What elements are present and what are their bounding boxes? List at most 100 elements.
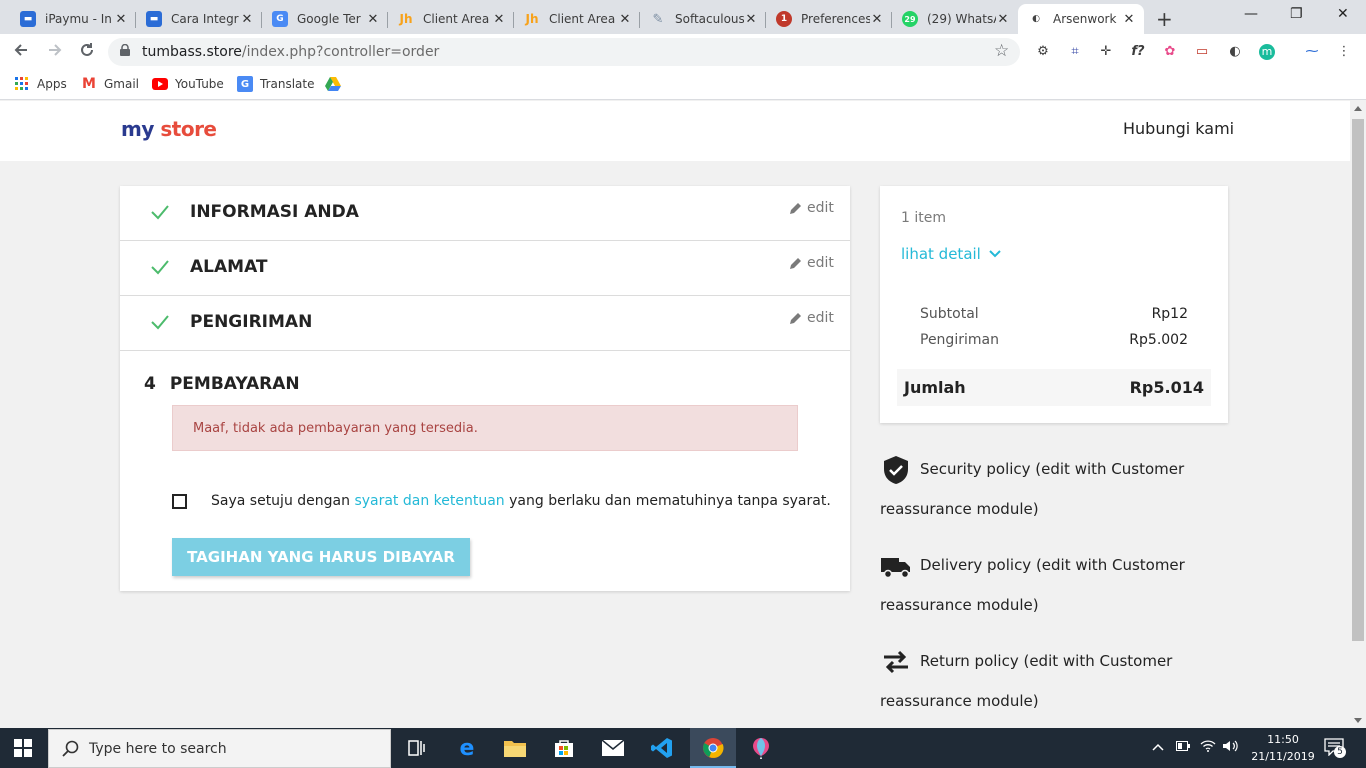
profile-avatar[interactable]: m — [1259, 44, 1275, 60]
address-url[interactable]: tumbass.store/index.php?controller=order — [142, 44, 439, 60]
contact-link[interactable]: Hubungi kami — [1123, 119, 1234, 138]
browser-tab[interactable]: Jh Client Area ✕ — [388, 4, 514, 34]
close-tab-icon[interactable]: ✕ — [618, 12, 632, 27]
bookmark-star-icon[interactable]: ☆ — [994, 41, 1009, 61]
windows-start-icon[interactable] — [14, 739, 32, 757]
terms-link[interactable]: syarat dan ketentuan — [354, 493, 504, 509]
edit-link[interactable]: edit — [789, 255, 834, 271]
store-app-icon[interactable] — [552, 736, 576, 760]
bookmark-drive[interactable] — [325, 76, 348, 92]
gmail-icon: M — [82, 76, 96, 92]
terms-checkbox[interactable] — [172, 493, 187, 509]
store-logo[interactable]: my store — [121, 117, 217, 141]
close-tab-icon[interactable]: ✕ — [114, 12, 128, 27]
step-address[interactable]: ALAMAT edit — [120, 241, 850, 296]
browser-tab[interactable]: 1 Preferences ✕ — [766, 4, 892, 34]
shipping-value: Rp5.002 — [1129, 332, 1188, 348]
battery-icon[interactable] — [1176, 740, 1190, 754]
tab-title: Cara Integr — [171, 12, 239, 26]
volume-icon[interactable] — [1222, 740, 1238, 755]
show-hidden-icons-chevron-up-icon[interactable] — [1152, 740, 1164, 754]
show-details-link[interactable]: lihat detail — [901, 245, 1001, 263]
page-scrollbar[interactable] — [1350, 101, 1366, 728]
close-window-button[interactable]: ✕ — [1337, 6, 1349, 22]
cart-summary: 1 item lihat detail Subtotal Rp12 Pengir… — [880, 186, 1228, 423]
bookmark-gmail[interactable]: M Gmail — [81, 76, 139, 92]
mail-icon[interactable] — [601, 736, 625, 760]
browser-tab[interactable]: ✎ Softaculous ✕ — [640, 4, 766, 34]
tab-title: Google Ter — [297, 12, 361, 26]
place-order-button[interactable]: TAGIHAN YANG HARUS DIBAYAR — [172, 538, 470, 576]
settings-gear-extension-icon[interactable]: ⚙ — [1035, 44, 1051, 60]
edit-label: edit — [807, 310, 834, 326]
back-arrow-icon[interactable] — [12, 41, 30, 64]
arsenwork-extension-icon[interactable]: ◐ — [1227, 44, 1243, 60]
extension-icon[interactable]: ⁓ — [1304, 44, 1320, 60]
edge-browser-icon[interactable]: e — [455, 736, 479, 761]
vscode-icon[interactable] — [650, 736, 674, 760]
edit-link[interactable]: edit — [789, 200, 834, 216]
preferences-favicon-icon: 1 — [776, 11, 792, 27]
reassurance-text: Return policy (edit with Customer reassu… — [880, 652, 1173, 710]
bookmark-apps[interactable]: Apps — [14, 76, 67, 92]
bookmark-youtube[interactable]: YouTube — [152, 76, 224, 92]
task-view-icon[interactable] — [405, 736, 429, 760]
page-viewport: my store Hubungi kami INFORMASI ANDA edi… — [0, 101, 1350, 728]
edit-label: edit — [807, 255, 834, 271]
action-center-notifications[interactable]: 5 — [1324, 738, 1346, 759]
maximize-button[interactable]: ❐ — [1290, 6, 1303, 22]
browser-tab[interactable]: ▬ Cara Integr ✕ — [136, 4, 262, 34]
terms-agreement: Saya setuju dengan syarat dan ketentuan … — [172, 493, 832, 509]
close-tab-icon[interactable]: ✕ — [1122, 12, 1136, 27]
close-tab-icon[interactable]: ✕ — [366, 12, 380, 27]
minimize-button[interactable]: — — [1244, 6, 1258, 22]
reload-icon[interactable] — [78, 41, 96, 64]
step-title: PEMBAYARAN — [169, 374, 300, 394]
file-explorer-icon[interactable] — [503, 736, 527, 760]
browser-tab[interactable]: 29 (29) WhatsA ✕ — [892, 4, 1018, 34]
browser-tab-active[interactable]: ◐ Arsenwork ✕ — [1018, 4, 1144, 34]
step-personal-info[interactable]: INFORMASI ANDA edit — [120, 186, 850, 241]
logo-word-my: my — [121, 117, 154, 141]
step-number: 4 — [144, 374, 156, 394]
close-tab-icon[interactable]: ✕ — [996, 12, 1010, 27]
lock-icon — [120, 44, 130, 56]
forward-arrow-icon[interactable] — [46, 41, 64, 64]
chrome-icon[interactable] — [701, 736, 725, 760]
scroll-down-arrow-icon[interactable] — [1354, 718, 1362, 723]
reassurance-security: Security policy (edit with Customer reas… — [880, 449, 1210, 529]
show-details-label: lihat detail — [901, 245, 981, 263]
clock-date: 21/11/2019 — [1251, 750, 1315, 763]
close-tab-icon[interactable]: ✕ — [492, 12, 506, 27]
scrollbar-thumb[interactable] — [1352, 119, 1364, 641]
window-extension-icon[interactable]: ▭ — [1194, 44, 1210, 60]
notification-count-badge: 5 — [1334, 746, 1346, 758]
edit-link[interactable]: edit — [789, 310, 834, 326]
color-extension-icon[interactable]: ✿ — [1162, 44, 1178, 60]
bookmark-translate[interactable]: G Translate — [237, 76, 315, 92]
browser-tab[interactable]: Jh Client Area ✕ — [514, 4, 640, 34]
browser-tab[interactable]: ▬ iPaymu - In ✕ — [10, 4, 136, 34]
menu-dots-icon[interactable]: ⋮ — [1336, 44, 1352, 60]
search-icon — [62, 740, 79, 757]
terms-text-after: yang berlaku dan mematuhinya tanpa syara… — [504, 493, 831, 509]
close-tab-icon[interactable]: ✕ — [870, 12, 884, 27]
grid-extension-icon[interactable]: ⌗ — [1067, 44, 1083, 60]
browser-tab[interactable]: G Google Ter ✕ — [262, 4, 388, 34]
total-label: Jumlah — [904, 378, 966, 397]
taskbar-search-box[interactable]: Type here to search — [48, 729, 391, 768]
close-tab-icon[interactable]: ✕ — [744, 12, 758, 27]
translate-icon: G — [237, 76, 253, 92]
no-payment-alert: Maaf, tidak ada pembayaran yang tersedia… — [172, 405, 798, 451]
new-tab-button[interactable]: + — [1156, 7, 1173, 31]
font-extension-icon[interactable]: f? — [1130, 44, 1146, 60]
step-shipping[interactable]: PENGIRIMAN edit — [120, 296, 850, 351]
scroll-up-arrow-icon[interactable] — [1354, 106, 1362, 111]
system-clock[interactable]: 11:50 21/11/2019 — [1248, 731, 1318, 765]
logo-word-store: store — [160, 117, 217, 141]
google-translate-favicon-icon: G — [272, 11, 288, 27]
move-extension-icon[interactable]: ✛ — [1098, 44, 1114, 60]
balloon-app-icon[interactable] — [749, 736, 773, 760]
wifi-icon[interactable] — [1200, 740, 1216, 755]
close-tab-icon[interactable]: ✕ — [240, 12, 254, 27]
